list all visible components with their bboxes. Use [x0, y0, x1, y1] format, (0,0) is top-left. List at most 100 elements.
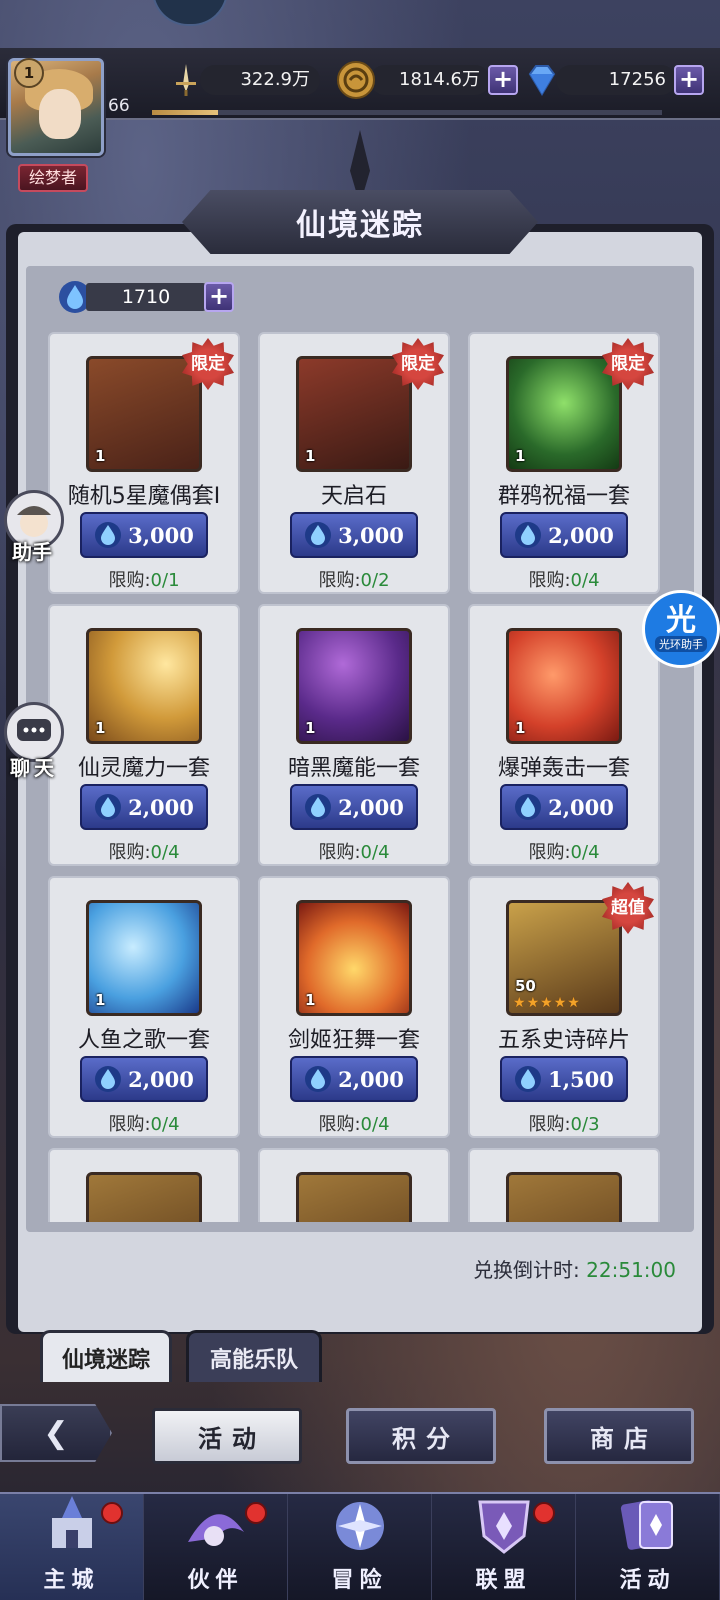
buy-button[interactable]: 3,000: [80, 512, 208, 558]
item-icon[interactable]: 1: [86, 900, 202, 1016]
notification-dot: [101, 1502, 123, 1524]
gold-value: 1814.6万: [370, 65, 490, 95]
shop-item-card[interactable]: ★ ★ ★ ★ ★ 50 超值 五系史诗碎片 1,500 限购:0/3: [468, 876, 660, 1138]
purchase-limit: 限购:0/4: [50, 1110, 238, 1136]
bottom-nav: 主城 伙伴 冒险 联盟 活动: [0, 1492, 720, 1600]
item-name: 人鱼之歌一套: [77, 1028, 210, 1053]
activity-button[interactable]: 活动: [152, 1408, 302, 1464]
water-drop-icon: [515, 1066, 542, 1092]
exp-bar: [152, 110, 662, 115]
item-grid: 1 限定 随机5星魔偶套I 3,000 限购:0/1 1 限定 天启石 3,000 限购:0/2 1…: [48, 332, 674, 1222]
item-price: 2,000: [338, 1066, 404, 1092]
purchase-limit: 限购:0/2: [260, 566, 448, 592]
player-title-badge[interactable]: 绘梦者: [18, 164, 88, 192]
nav-label: 联盟: [475, 1567, 532, 1593]
tab-band[interactable]: 高能乐队: [186, 1330, 322, 1382]
nav-item-partners[interactable]: 伙伴: [144, 1494, 288, 1600]
buy-button[interactable]: 2,000: [500, 512, 628, 558]
item-name: 爆弹轰击一套: [497, 756, 630, 781]
notification-dot: [245, 1502, 267, 1524]
shop-item-card-partial[interactable]: [258, 1148, 450, 1222]
purchase-limit-count: 0/4: [360, 842, 390, 863]
gold-resource: 1814.6万 +: [336, 60, 518, 100]
water-drop-icon: [305, 1066, 332, 1092]
shop-item-card[interactable]: 1 暗黑魔能一套 2,000 限购:0/4: [258, 604, 450, 866]
star-rating: ★ ★ ★ ★ ★: [513, 995, 580, 1011]
item-price: 1,500: [548, 1066, 614, 1092]
item-name: 五系史诗碎片: [497, 1028, 630, 1053]
nav-item-adventure[interactable]: 冒险: [288, 1494, 432, 1600]
shop-item-card[interactable]: 1 限定 群鸦祝福一套 2,000 限购:0/4: [468, 332, 660, 594]
item-price: 2,000: [128, 1066, 194, 1092]
power-resource: 322.9万: [166, 62, 320, 98]
purchase-limit: 限购:0/4: [260, 1110, 448, 1136]
buy-button[interactable]: 2,000: [290, 1056, 418, 1102]
item-quantity: 1: [305, 447, 316, 465]
buy-button[interactable]: 3,000: [290, 512, 418, 558]
shop-button[interactable]: 商店: [544, 1408, 694, 1464]
nav-label: 冒险: [331, 1567, 388, 1593]
item-quantity: 1: [305, 719, 316, 737]
purchase-limit-count: 0/2: [360, 570, 390, 591]
halo-helper-glyph: 光: [666, 603, 696, 638]
item-price: 2,000: [128, 794, 194, 820]
gem-value: 17256: [556, 65, 676, 95]
shield-icon: [466, 1492, 542, 1558]
add-event-currency-button[interactable]: +: [204, 282, 234, 312]
item-quantity: 1: [515, 447, 526, 465]
shop-item-card[interactable]: 1 剑姬狂舞一套 2,000 限购:0/4: [258, 876, 450, 1138]
item-icon[interactable]: [296, 1172, 412, 1222]
shop-item-card[interactable]: 1 爆弹轰击一套 2,000 限购:0/4: [468, 604, 660, 866]
item-quantity: 50: [515, 977, 536, 995]
item-quantity: 1: [515, 719, 526, 737]
shop-item-card[interactable]: 1 仙灵魔力一套 2,000 限购:0/4: [48, 604, 240, 866]
star-icon: ★: [526, 995, 540, 1011]
water-drop-icon: [305, 794, 332, 820]
nav-item-alliance[interactable]: 联盟: [432, 1494, 576, 1600]
item-name: 剑姬狂舞一套: [287, 1028, 420, 1053]
buy-button[interactable]: 2,000: [290, 784, 418, 830]
points-button[interactable]: 积分: [346, 1408, 496, 1464]
shop-item-card[interactable]: 1 人鱼之歌一套 2,000 限购:0/4: [48, 876, 240, 1138]
purchase-limit-label: 限购:: [108, 570, 151, 591]
item-icon[interactable]: 1: [296, 900, 412, 1016]
nav-label: 活动: [619, 1567, 676, 1593]
rank-badge: 1: [14, 58, 44, 88]
shop-item-card[interactable]: 1 限定 随机5星魔偶套I 3,000 限购:0/1: [48, 332, 240, 594]
item-icon[interactable]: [506, 1172, 622, 1222]
buy-button[interactable]: 2,000: [500, 784, 628, 830]
item-icon[interactable]: 1: [506, 628, 622, 744]
event-currency-value: 1710: [86, 283, 206, 311]
exchange-countdown: 兑换倒计时: 22:51:00: [473, 1254, 676, 1283]
notification-dot: [533, 1502, 555, 1524]
buy-button[interactable]: 2,000: [80, 1056, 208, 1102]
purchase-limit-label: 限购:: [108, 842, 151, 863]
purchase-limit-count: 0/4: [570, 842, 600, 863]
compass-icon: [322, 1492, 398, 1558]
purchase-limit-count: 0/4: [360, 1114, 390, 1135]
shop-item-card-partial[interactable]: [48, 1148, 240, 1222]
item-icon[interactable]: [86, 1172, 202, 1222]
item-price: 2,000: [548, 794, 614, 820]
item-price: 3,000: [338, 522, 404, 548]
buy-button[interactable]: 1,500: [500, 1056, 628, 1102]
halo-helper-button[interactable]: 光 光环助手: [642, 590, 720, 668]
add-gem-button[interactable]: +: [674, 65, 704, 95]
nav-item-main-city[interactable]: 主城: [0, 1494, 144, 1600]
nav-item-activity[interactable]: 活动: [576, 1494, 720, 1600]
shop-item-card[interactable]: 1 限定 天启石 3,000 限购:0/2: [258, 332, 450, 594]
purchase-limit-count: 0/4: [150, 1114, 180, 1135]
shop-item-card-partial[interactable]: [468, 1148, 660, 1222]
purchase-limit: 限购:0/4: [50, 838, 238, 864]
buy-button[interactable]: 2,000: [80, 784, 208, 830]
item-icon[interactable]: 1: [296, 628, 412, 744]
gold-coin-icon: [336, 60, 376, 100]
add-gold-button[interactable]: +: [488, 65, 518, 95]
item-icon[interactable]: 1: [86, 628, 202, 744]
purchase-limit-label: 限购:: [318, 570, 361, 591]
chat-bubble-icon: [17, 719, 51, 741]
purchase-limit-count: 0/1: [150, 570, 180, 591]
avatar-face: [39, 89, 81, 139]
back-button[interactable]: ❮: [0, 1404, 112, 1462]
tab-wonderland[interactable]: 仙境迷踪: [40, 1330, 172, 1382]
